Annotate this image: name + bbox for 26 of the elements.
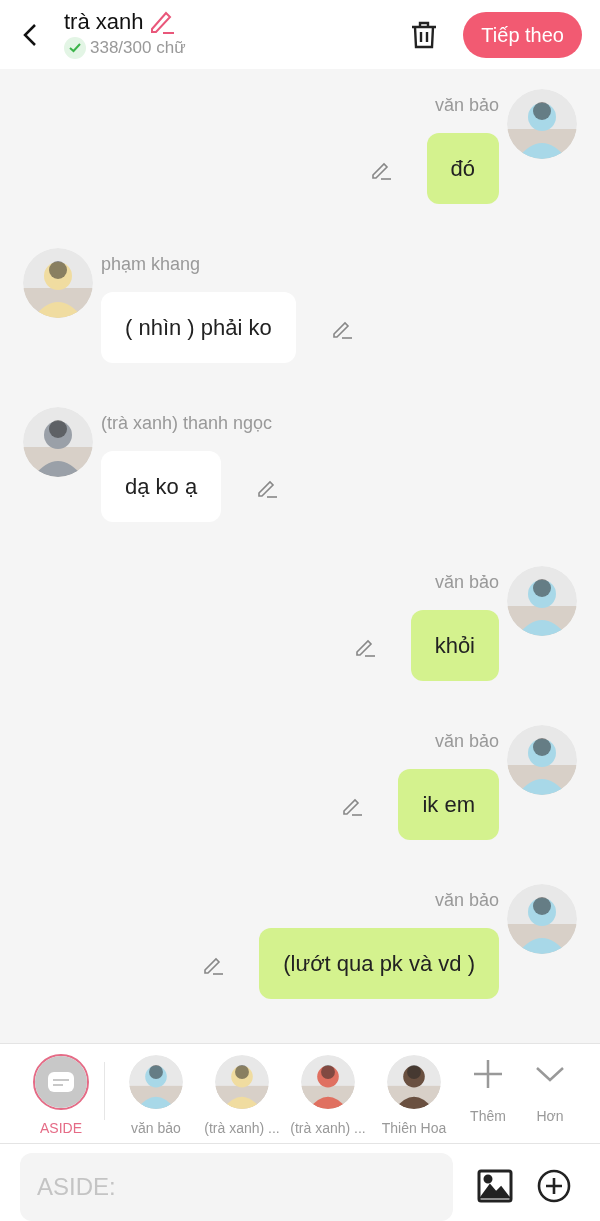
- plus-icon: [472, 1058, 504, 1091]
- sender-name: văn bảo: [434, 94, 499, 118]
- image-icon[interactable]: [477, 1169, 513, 1203]
- message-bubble: (lướt qua pk và vd ): [259, 928, 499, 1000]
- message-bubble: dạ ko ạ: [101, 451, 222, 523]
- sender-name: phạm khang: [101, 253, 202, 277]
- message-bubble: ( nhìn ) phải ko: [101, 292, 296, 364]
- chat-title: trà xanh: [64, 9, 144, 34]
- character-counter: 338/300 chữ: [90, 36, 186, 59]
- aside-icon: [35, 1056, 87, 1109]
- character-tab[interactable]: Hơn: [519, 1054, 581, 1128]
- sender-name: (trà xanh) thanh ngọc: [101, 412, 274, 436]
- message-bubble: đó: [426, 133, 499, 205]
- next-button[interactable]: Tiếp theo: [463, 11, 582, 58]
- character-tab[interactable]: Thêm: [457, 1054, 519, 1128]
- sender-name: văn bảo: [434, 730, 499, 754]
- character-tab[interactable]: Thiên Hoa: [371, 1054, 457, 1140]
- character-tab[interactable]: văn bảo: [113, 1054, 199, 1140]
- sender-name: văn bảo: [434, 571, 499, 595]
- message-bubble: khỏi: [410, 610, 499, 682]
- add-icon[interactable]: [537, 1169, 571, 1203]
- character-tab[interactable]: (trà xanh) ...: [199, 1054, 285, 1140]
- message-bubble: ik em: [398, 769, 499, 841]
- character-tab[interactable]: (trà xanh) ...: [285, 1054, 371, 1140]
- character-tab[interactable]: ASIDE: [18, 1054, 104, 1140]
- sender-name: văn bảo: [434, 889, 499, 913]
